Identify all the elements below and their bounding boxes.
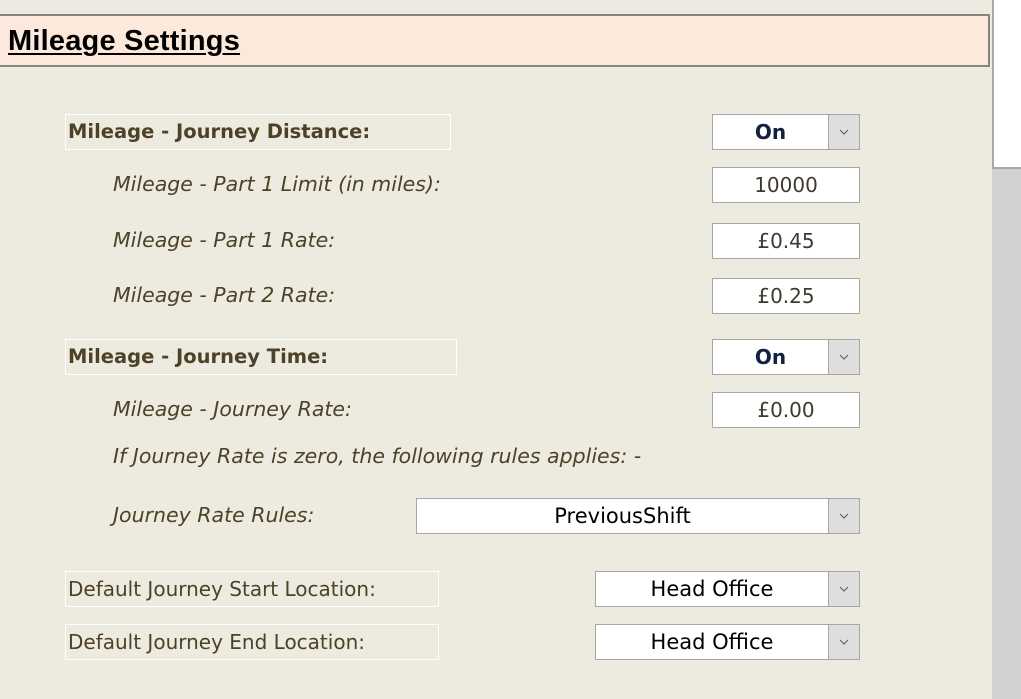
journey-rate-rules-label: Journey Rate Rules: <box>113 503 315 527</box>
journey-rate-rules-select[interactable]: PreviousShift <box>416 498 860 534</box>
end-location-label: Default Journey End Location: <box>65 624 439 660</box>
part1-limit-input[interactable]: 10000 <box>712 167 860 203</box>
chevron-down-icon <box>839 586 849 592</box>
part2-rate-label: Mileage - Part 2 Rate: <box>113 283 336 307</box>
journey-rate-input[interactable]: £0.00 <box>712 392 860 428</box>
page-title: Mileage Settings <box>8 25 241 57</box>
start-location-dropdown-button[interactable] <box>828 572 859 606</box>
part1-rate-input[interactable]: £0.45 <box>712 223 860 259</box>
chevron-down-icon <box>839 513 849 519</box>
zero-rate-note: If Journey Rate is zero, the following r… <box>113 444 642 468</box>
part2-rate-input[interactable]: £0.25 <box>712 278 860 314</box>
start-location-value: Head Office <box>650 577 774 601</box>
vertical-scrollbar-thumb[interactable] <box>992 0 1021 169</box>
end-location-dropdown-button[interactable] <box>828 625 859 659</box>
start-location-select[interactable]: Head Office <box>595 571 860 607</box>
journey-rate-rules-value: PreviousShift <box>554 504 691 528</box>
journey-distance-dropdown-button[interactable] <box>828 115 859 149</box>
chevron-down-icon <box>839 639 849 645</box>
chevron-down-icon <box>839 129 849 135</box>
journey-time-dropdown-button[interactable] <box>828 340 859 374</box>
start-location-label: Default Journey Start Location: <box>65 571 439 607</box>
journey-time-select[interactable]: On <box>712 339 860 375</box>
end-location-select[interactable]: Head Office <box>595 624 860 660</box>
journey-rate-label: Mileage - Journey Rate: <box>113 397 352 421</box>
section-header: Mileage Settings <box>0 14 990 67</box>
end-location-value: Head Office <box>650 630 774 654</box>
journey-distance-select[interactable]: On <box>712 114 860 150</box>
part1-rate-label: Mileage - Part 1 Rate: <box>113 228 336 252</box>
part1-limit-label: Mileage - Part 1 Limit (in miles): <box>113 172 441 196</box>
journey-distance-value: On <box>754 120 787 144</box>
journey-rate-rules-dropdown-button[interactable] <box>828 499 859 533</box>
chevron-down-icon <box>839 354 849 360</box>
journey-time-value: On <box>754 345 787 369</box>
journey-distance-label: Mileage - Journey Distance: <box>65 114 451 150</box>
journey-time-label: Mileage - Journey Time: <box>65 339 457 375</box>
